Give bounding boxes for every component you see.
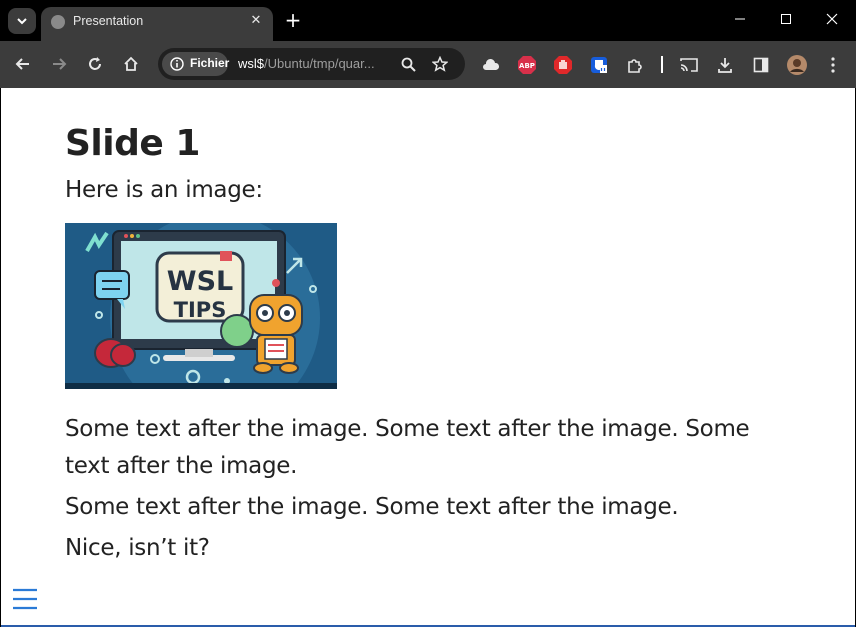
toolbar-separator <box>661 56 663 73</box>
slide: Slide 1 Here is an image: WSL TIPS Some … <box>65 120 785 567</box>
bookmark-star-icon[interactable] <box>431 55 449 73</box>
close-window-button[interactable] <box>809 4 855 34</box>
close-icon <box>826 13 838 25</box>
slide-title: Slide 1 <box>65 123 200 164</box>
image-text-wsl: WSL <box>167 266 233 297</box>
slide-menu-button[interactable] <box>12 587 38 611</box>
reload-icon <box>89 57 101 70</box>
svg-text:ABP: ABP <box>519 62 535 70</box>
adblock-plus-icon[interactable]: ABP <box>516 54 538 76</box>
url-text[interactable]: wsl$/Ubuntu/tmp/quar... <box>238 56 375 71</box>
adblock-hand-icon[interactable] <box>552 54 574 76</box>
download-icon[interactable] <box>714 54 736 76</box>
close-tab-icon[interactable]: ✕ <box>247 12 265 30</box>
zoom-icon[interactable] <box>399 55 417 73</box>
hamburger-menu-icon <box>13 588 37 610</box>
browser-toolbar: Fichier wsl$/Ubuntu/tmp/quar... ABP <box>0 41 856 88</box>
slide-paragraph: Nice, isn’t it? <box>65 535 210 561</box>
bitwarden-icon[interactable] <box>588 54 610 76</box>
tab-presentation[interactable]: Presentation ✕ <box>41 7 273 41</box>
site-info-chip[interactable]: Fichier <box>162 52 230 76</box>
cloud-extension-icon[interactable] <box>480 54 502 76</box>
chevron-down-icon <box>17 18 27 25</box>
back-button[interactable] <box>10 51 36 77</box>
wsl-tips-image: WSL TIPS <box>65 223 337 389</box>
new-tab-button[interactable]: + <box>282 9 304 31</box>
home-button[interactable] <box>118 51 144 77</box>
site-chip-label: Fichier <box>190 56 230 70</box>
forward-button[interactable] <box>46 51 72 77</box>
side-panel-icon[interactable] <box>750 54 772 76</box>
info-icon <box>170 57 184 71</box>
minimize-button[interactable] <box>717 4 763 34</box>
arrow-left-icon <box>15 58 29 70</box>
arrow-right-icon <box>53 58 67 70</box>
slide-paragraph: Some text after the image. Some text aft… <box>65 494 679 520</box>
more-menu-icon[interactable] <box>822 54 844 76</box>
maximize-icon <box>781 14 791 24</box>
reload-button[interactable] <box>82 51 108 77</box>
slide-paragraph: Some text after the image. Some text aft… <box>65 416 750 479</box>
image-text-tips: TIPS <box>174 298 227 322</box>
profile-avatar[interactable] <box>786 54 808 76</box>
cast-icon[interactable] <box>678 54 700 76</box>
tab-search-button[interactable] <box>8 8 36 34</box>
url-path: /Ubuntu/tmp/quar... <box>264 56 375 71</box>
url-host: wsl$ <box>238 56 265 71</box>
globe-icon <box>51 15 65 29</box>
tab-title: Presentation <box>73 14 144 28</box>
address-bar[interactable]: Fichier wsl$/Ubuntu/tmp/quar... <box>158 48 465 80</box>
minimize-icon <box>735 18 745 20</box>
slide-intro: Here is an image: <box>65 177 263 203</box>
extensions-puzzle-icon[interactable] <box>624 54 646 76</box>
window-titlebar: Presentation ✕ + <box>0 0 856 41</box>
maximize-button[interactable] <box>763 4 809 34</box>
page-viewport: Slide 1 Here is an image: WSL TIPS Some … <box>1 88 855 627</box>
home-icon <box>124 56 138 71</box>
